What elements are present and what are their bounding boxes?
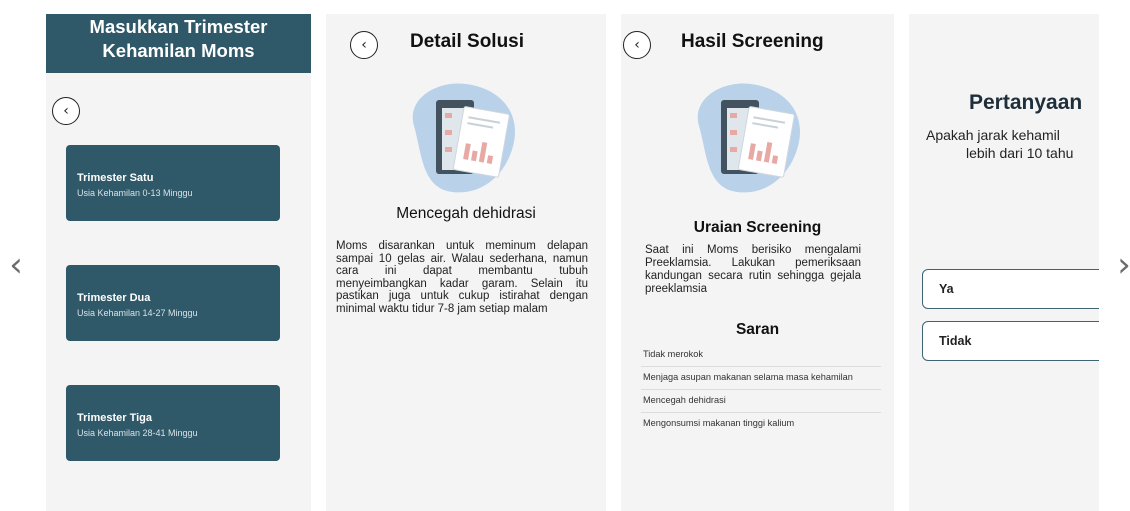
carousel-prev-arrow[interactable]: ‹: [2, 240, 30, 290]
document-chart-illustration: [412, 83, 515, 193]
page-title: Pertanyaan: [969, 91, 1083, 114]
chevron-left-icon: ‹: [634, 37, 640, 53]
card-subtitle: Usia Kehamilan 14-27 Minggu: [77, 308, 198, 318]
screen-trimester: Masukkan Trimester Kehamilan Moms ‹ Trim…: [46, 14, 311, 511]
page-title: Detail Solusi: [410, 31, 525, 52]
back-button[interactable]: ‹: [52, 97, 80, 125]
back-button[interactable]: ‹: [350, 31, 378, 59]
carousel-next-arrow[interactable]: ›: [1110, 240, 1130, 290]
trimester-card-tiga[interactable]: Trimester Tiga Usia Kehamilan 28-41 Ming…: [66, 385, 280, 461]
solution-title: Mencegah dehidrasi: [396, 205, 536, 222]
list-item: Tidak merokok: [641, 344, 881, 367]
chevron-left-icon: ‹: [63, 103, 69, 119]
screen-detail-solusi: ‹ Detail Solusi Mencegah dehidrasi Moms …: [326, 14, 606, 511]
list-item: Mengonsumsi makanan tinggi kalium: [643, 418, 795, 428]
back-button[interactable]: ‹: [623, 31, 651, 59]
trimester-card-dua[interactable]: Trimester Dua Usia Kehamilan 14-27 Mingg…: [66, 265, 280, 341]
header-title-line1: Masukkan Trimester: [89, 16, 268, 37]
uraian-title: Uraian Screening: [693, 219, 822, 236]
card-title: Trimester Tiga: [77, 412, 152, 424]
screen-pertanyaan: Pertanyaan Apakah jarak kehamil lebih da…: [909, 14, 1099, 511]
list-item: Mencegah dehidrasi: [641, 390, 881, 413]
header-title-line2: Kehamilan Moms: [102, 40, 255, 61]
question-text-line1: Apakah jarak kehamil: [926, 127, 1060, 143]
screen-hasil-screening: ‹ Hasil Screening Uraian Screening Saat …: [621, 14, 894, 511]
answer-option-tidak[interactable]: Tidak: [922, 321, 1099, 361]
option-label: Ya: [939, 282, 954, 296]
solution-description: Moms disarankan untuk meminum delapan sa…: [336, 240, 588, 315]
page-title: Hasil Screening: [681, 31, 824, 52]
option-label: Tidak: [939, 334, 972, 348]
trimester-card-satu[interactable]: Trimester Satu Usia Kehamilan 0-13 Mingg…: [66, 145, 280, 221]
screen-header: Masukkan Trimester Kehamilan Moms: [46, 14, 311, 73]
chevron-left-icon: ‹: [361, 37, 367, 53]
answer-option-ya[interactable]: Ya: [922, 269, 1099, 309]
card-title: Trimester Satu: [77, 172, 154, 184]
question-text-line2: lebih dari 10 tahu: [966, 145, 1074, 161]
card-subtitle: Usia Kehamilan 28-41 Minggu: [77, 428, 198, 438]
saran-title: Saran: [735, 321, 780, 338]
card-subtitle: Usia Kehamilan 0-13 Minggu: [77, 188, 193, 198]
list-item: Menjaga asupan makanan selama masa keham…: [641, 367, 881, 390]
card-title: Trimester Dua: [77, 292, 151, 304]
document-chart-illustration: [697, 83, 800, 193]
saran-list: Tidak merokok Menjaga asupan makanan sel…: [641, 344, 881, 435]
screening-description: Saat ini Moms berisiko mengalami Preekla…: [645, 244, 861, 295]
